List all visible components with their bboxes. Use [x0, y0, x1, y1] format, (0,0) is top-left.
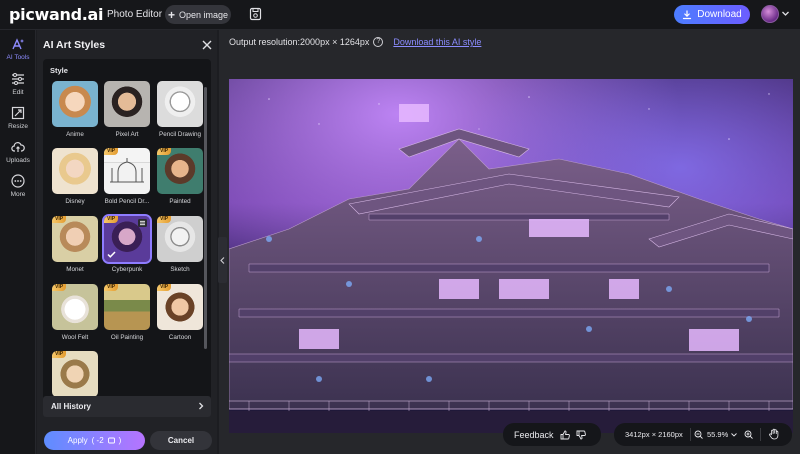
style-label: Sketch [170, 266, 190, 273]
rail-item-uploads[interactable]: Uploads [0, 140, 36, 170]
zoom-in-icon[interactable] [744, 430, 753, 439]
feedback-bar: Feedback [503, 423, 601, 446]
chevron-right-icon [199, 402, 204, 410]
vip-badge: VIP [157, 216, 172, 223]
feedback-label: Feedback [514, 429, 554, 440]
style-label: Cartoon [168, 334, 192, 341]
zoom-bar: 3412px × 2160px 55.9% [614, 423, 792, 446]
close-icon[interactable] [202, 40, 212, 50]
vip-badge: VIP [104, 148, 119, 155]
vip-badge: VIP [104, 216, 119, 223]
zoom-out-icon[interactable] [694, 430, 703, 439]
photo-editor-menu[interactable]: Photo Editor [107, 9, 162, 20]
vip-badge: VIP [157, 148, 172, 155]
download-style-link[interactable]: Download this AI style [393, 37, 481, 47]
check-icon [107, 251, 116, 258]
vip-badge: VIP [52, 216, 67, 223]
zoom-level[interactable]: 55.9% [707, 430, 728, 439]
save-file-icon[interactable] [249, 7, 262, 21]
apply-label: Apply [67, 436, 88, 445]
style-label: Anime [66, 131, 84, 138]
apply-cost: ( -2 [91, 436, 104, 445]
style-tile-disney[interactable] [52, 148, 98, 194]
download-label: Download [697, 9, 742, 20]
rail-item-more[interactable]: More [0, 174, 36, 204]
plus-icon: + [167, 7, 175, 22]
hand-pan-icon[interactable] [768, 428, 780, 440]
style-tile-sketch[interactable]: VIP [157, 216, 203, 262]
ai-tools-icon [12, 38, 24, 50]
output-resolution: Output resolution:2000px × 1264px [229, 37, 370, 47]
thumbs-up-icon[interactable] [560, 430, 570, 440]
menu-icon[interactable] [138, 219, 147, 227]
download-button[interactable]: Download [674, 5, 750, 24]
style-section-title: Style [50, 66, 68, 75]
image-dimensions: 3412px × 2160px [625, 430, 683, 439]
style-tile-cyberpunk[interactable]: VIP [102, 214, 152, 264]
style-label: Pixel Art [115, 131, 139, 138]
style-tile-anime[interactable] [52, 81, 98, 127]
user-avatar[interactable] [761, 5, 779, 23]
divider [760, 428, 761, 441]
vip-badge: VIP [157, 284, 172, 291]
vip-badge: VIP [104, 284, 119, 291]
chevron-down-icon[interactable] [731, 432, 737, 438]
cancel-button[interactable]: Cancel [150, 431, 212, 450]
style-label: Monet [66, 266, 84, 273]
style-grid: Style Anime Pixel Art Pencil Drawing Dis… [43, 59, 211, 417]
rail-label: Uploads [6, 157, 30, 164]
download-icon [683, 9, 692, 19]
rail-label: Edit [12, 89, 24, 96]
rail-label: AI Tools [6, 54, 30, 61]
credit-icon [107, 437, 115, 444]
style-label: Cyberpunk [111, 266, 143, 273]
rail-item-resize[interactable]: Resize [0, 106, 36, 136]
resolution-bar: Output resolution:2000px × 1264px ? Down… [229, 37, 481, 47]
top-bar: picwand.ai Photo Editor + Open image Dow… [0, 0, 800, 30]
style-tile-monet[interactable]: VIP [52, 216, 98, 262]
rail-item-ai-tools[interactable]: AI Tools [0, 37, 36, 67]
rail-label: More [10, 191, 26, 198]
style-tile-pixel-art[interactable] [104, 81, 150, 127]
tool-rail: AI Tools Edit Resize Uploads More [0, 30, 36, 454]
sliders-icon [12, 73, 24, 85]
style-tile-pencil-drawing[interactable] [157, 81, 203, 127]
apply-cost-end: ) [118, 436, 122, 445]
all-history-label: All History [51, 402, 92, 411]
style-label: Disney [65, 198, 85, 205]
style-tile-oil-painting[interactable]: VIP [104, 284, 150, 330]
app-logo[interactable]: picwand.ai [9, 5, 104, 24]
panel-title: AI Art Styles [43, 39, 106, 51]
style-tile-painted[interactable]: VIP [157, 148, 203, 194]
help-icon[interactable]: ? [373, 37, 384, 47]
chevron-left-icon [220, 256, 225, 264]
apply-button[interactable]: Apply ( -2 ) [44, 431, 145, 450]
open-image-button[interactable]: + Open image [165, 5, 231, 24]
style-tile-bold-pencil[interactable]: VIP [104, 148, 150, 194]
divider [690, 428, 691, 441]
vip-badge: VIP [52, 351, 67, 358]
cyberpunk-result-image [229, 79, 793, 433]
all-history-button[interactable]: All History [43, 396, 211, 417]
style-tile-cartoon[interactable]: VIP [157, 284, 203, 330]
style-tile-wool-felt[interactable]: VIP [52, 284, 98, 330]
style-label: Wool Felt [61, 334, 89, 341]
style-label: Bold Pencil Dr... [104, 198, 150, 205]
chevron-down-icon[interactable] [781, 9, 790, 18]
vip-badge: VIP [52, 284, 67, 291]
rail-item-edit[interactable]: Edit [0, 72, 36, 102]
scrollbar[interactable] [204, 87, 207, 349]
style-label: Painted [169, 198, 191, 205]
rail-label: Resize [8, 123, 28, 130]
resize-icon [11, 106, 25, 120]
style-tile-more[interactable]: VIP [52, 351, 98, 397]
collapse-panel-handle[interactable] [218, 237, 227, 283]
style-label: Oil Painting [110, 334, 144, 341]
thumbs-down-icon[interactable] [576, 430, 586, 440]
style-label: Pencil Drawing [159, 131, 201, 138]
cloud-upload-icon [11, 142, 25, 152]
ai-art-styles-panel: AI Art Styles Style Anime Pixel Art Penc… [37, 30, 217, 454]
open-image-label: Open image [178, 9, 229, 20]
more-icon [11, 174, 25, 188]
